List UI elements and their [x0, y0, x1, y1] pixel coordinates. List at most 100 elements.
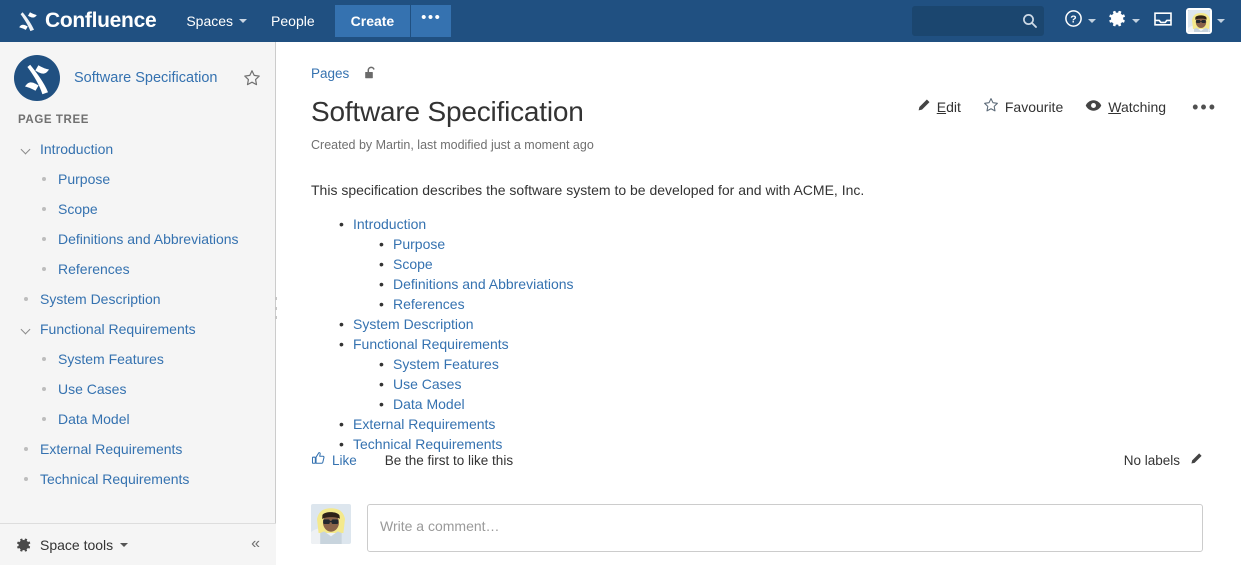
- create-button-group: Create •••: [334, 0, 452, 42]
- help-menu-button[interactable]: ?: [1058, 0, 1102, 42]
- list-item: Use Cases: [393, 374, 1203, 394]
- bullet-dot-icon: [18, 447, 34, 451]
- page-metadata: Created by Martin, last modified just a …: [311, 138, 594, 152]
- tree-item-label: Purpose: [58, 171, 111, 187]
- top-navigation-right-group: ?: [912, 0, 1231, 42]
- sidebar-tree-item-data-model[interactable]: Data Model: [0, 404, 275, 434]
- chevron-down-icon: [1217, 19, 1225, 23]
- chevron-down-icon: [239, 19, 248, 23]
- user-avatar: [1186, 8, 1212, 34]
- bullet-dot-icon: [36, 207, 52, 211]
- tree-item-label: Technical Requirements: [40, 471, 190, 487]
- sidebar-tree-item-technical-requirements[interactable]: Technical Requirements: [0, 464, 275, 494]
- eye-icon: [1085, 98, 1108, 116]
- breadcrumb-item-pages[interactable]: Pages: [311, 66, 349, 81]
- page-action-bar: Edit Favourite Watching •••: [894, 97, 1217, 116]
- chevron-down-icon[interactable]: [18, 145, 34, 154]
- watching-button[interactable]: Watching: [1085, 98, 1166, 116]
- confluence-brand-home-link[interactable]: Confluence: [16, 0, 157, 42]
- nav-item-spaces[interactable]: Spaces: [174, 0, 259, 42]
- space-name-link[interactable]: Software Specification: [74, 70, 243, 86]
- toc-link-system-features[interactable]: System Features: [393, 356, 499, 372]
- search-icon[interactable]: [1021, 12, 1039, 30]
- bullet-dot-icon: [18, 477, 34, 481]
- space-tools-button[interactable]: Space tools: [16, 537, 129, 553]
- create-button[interactable]: Create: [334, 5, 412, 37]
- like-status-text: Be the first to like this: [384, 452, 514, 468]
- labels-text: No labels: [1123, 452, 1180, 468]
- sidebar-tree-item-purpose[interactable]: Purpose: [0, 164, 275, 194]
- sidebar-tree-item-use-cases[interactable]: Use Cases: [0, 374, 275, 404]
- toc-link-purpose[interactable]: Purpose: [393, 236, 445, 252]
- bullet-dot-icon: [36, 267, 52, 271]
- sidebar-tree-item-references[interactable]: References: [0, 254, 275, 284]
- sidebar-tree-item-scope[interactable]: Scope: [0, 194, 275, 224]
- create-more-options-button[interactable]: •••: [411, 5, 452, 37]
- watching-accesskey: W: [1108, 98, 1121, 115]
- tree-item-label: Introduction: [40, 141, 114, 157]
- confluence-logo-icon: [16, 9, 40, 33]
- chevron-down-icon[interactable]: [18, 325, 34, 334]
- sidebar-tree-item-system-features[interactable]: System Features: [0, 344, 275, 374]
- nav-item-people-label: People: [271, 13, 315, 29]
- star-outline-icon[interactable]: [243, 69, 261, 87]
- tree-item-label: References: [58, 261, 130, 277]
- list-item: Scope: [393, 254, 1203, 274]
- toc-link-data-model[interactable]: Data Model: [393, 396, 465, 412]
- toc-sublist: Purpose Scope Definitions and Abbreviati…: [353, 234, 1203, 314]
- toc-link-system-description[interactable]: System Description: [353, 316, 474, 332]
- list-item: Purpose: [393, 234, 1203, 254]
- sidebar-tree-item-functional-requirements[interactable]: Functional Requirements: [0, 314, 275, 344]
- toc-link-references[interactable]: References: [393, 296, 465, 312]
- svg-text:?: ?: [1070, 14, 1076, 26]
- confluence-space-logo-icon: [14, 55, 60, 101]
- toc-link-external-requirements[interactable]: External Requirements: [353, 416, 495, 432]
- search-container: [912, 6, 1044, 36]
- comment-input[interactable]: [367, 504, 1203, 552]
- bullet-dot-icon: [18, 297, 34, 301]
- add-comment-row: [311, 504, 1203, 552]
- like-button[interactable]: Like: [311, 451, 357, 469]
- tree-item-label: System Description: [40, 291, 161, 307]
- bullet-dot-icon: [36, 417, 52, 421]
- sidebar-tree-item-system-description[interactable]: System Description: [0, 284, 275, 314]
- edit-button[interactable]: Edit: [916, 98, 961, 116]
- tree-item-label: External Requirements: [40, 441, 183, 457]
- bullet-dot-icon: [36, 357, 52, 361]
- pencil-icon: [916, 98, 937, 116]
- toc-link-functional-requirements[interactable]: Functional Requirements: [353, 336, 509, 352]
- edit-label: Edit: [937, 99, 961, 115]
- top-navigation-bar: Confluence Spaces People Create ••• ?: [0, 0, 1241, 42]
- space-tools-bar: Space tools «: [0, 523, 276, 565]
- sidebar-tree-item-definitions-and-abbreviations[interactable]: Definitions and Abbreviations: [0, 224, 275, 254]
- bullet-dot-icon: [36, 237, 52, 241]
- more-page-actions-button[interactable]: •••: [1192, 98, 1217, 116]
- nav-item-people[interactable]: People: [259, 0, 327, 42]
- toc-link-introduction[interactable]: Introduction: [353, 216, 426, 232]
- tree-item-label: Definitions and Abbreviations: [58, 231, 239, 247]
- pencil-icon[interactable]: [1189, 452, 1203, 469]
- edit-accesskey: E: [936, 98, 947, 115]
- sidebar-tree-item-introduction[interactable]: Introduction: [0, 134, 275, 164]
- nav-item-spaces-label: Spaces: [186, 13, 234, 29]
- favourite-button[interactable]: Favourite: [983, 97, 1063, 116]
- page-tree-heading: PAGE TREE: [18, 114, 90, 126]
- collapse-sidebar-button[interactable]: «: [251, 534, 260, 554]
- bullet-dot-icon: [36, 177, 52, 181]
- labels-section: No labels: [1124, 452, 1203, 469]
- space-sidebar: Software Specification PAGE TREE Introdu…: [0, 42, 276, 565]
- tree-item-label: Use Cases: [58, 381, 127, 397]
- tree-item-label: Functional Requirements: [40, 321, 196, 337]
- notifications-inbox-button[interactable]: [1146, 0, 1180, 42]
- toc-link-definitions-and-abbreviations[interactable]: Definitions and Abbreviations: [393, 276, 574, 292]
- unlocked-padlock-icon[interactable]: [363, 65, 379, 81]
- toc-link-scope[interactable]: Scope: [393, 256, 433, 272]
- list-item: System Features: [393, 354, 1203, 374]
- toc-link-use-cases[interactable]: Use Cases: [393, 376, 461, 392]
- sidebar-tree-item-external-requirements[interactable]: External Requirements: [0, 434, 275, 464]
- space-header: Software Specification: [0, 42, 275, 110]
- like-label: Like: [332, 452, 357, 468]
- settings-menu-button[interactable]: [1102, 0, 1146, 42]
- watching-label: Watching: [1108, 99, 1166, 115]
- user-profile-menu-button[interactable]: [1180, 0, 1231, 42]
